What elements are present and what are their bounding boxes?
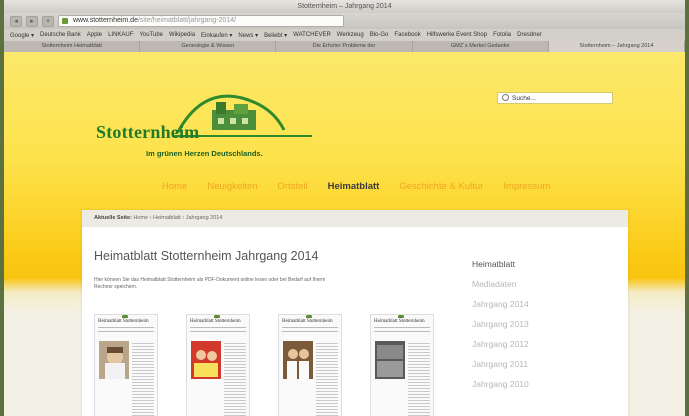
browser-tab-active[interactable]: Stotternheim – Jahrgang 2014: [548, 41, 685, 52]
pdf-thumbnail[interactable]: Heimatblatt Stotternheim: [278, 314, 342, 416]
nav-item-neuigkeiten[interactable]: Neuigkeiten: [207, 181, 257, 192]
content-panel: Aktuelle Seite: Home › Heimatblatt › Jah…: [82, 210, 628, 416]
breadcrumb-item[interactable]: Heimatblatt: [153, 215, 181, 221]
browser-tab[interactable]: GMZ´s Merkel Gedanke: [413, 41, 549, 52]
text-columns: [132, 341, 154, 416]
divider: [282, 327, 338, 328]
browser-tab[interactable]: Die Erfurter Probleme der: [276, 41, 413, 52]
thumbnail-masthead: Heimatblatt Stotternheim: [190, 319, 241, 324]
sidebar-item-mediadaten[interactable]: Mediadaten: [472, 274, 529, 294]
pdf-thumbnail[interactable]: Heimatblatt Stotternheim: [370, 314, 434, 416]
bookmark[interactable]: Fotolia: [493, 32, 511, 38]
web-page: Suche... Stotternheim Im grünen Herzen D…: [4, 52, 685, 416]
bookmark[interactable]: News ▾: [238, 32, 258, 39]
sidebar-item-jahrgang-2014[interactable]: Jahrgang 2014: [472, 294, 529, 314]
crest-icon: [214, 315, 220, 318]
divider: [98, 331, 154, 332]
bookmark[interactable]: Einkaufen ▾: [201, 32, 232, 39]
divider: [282, 331, 338, 332]
address-bar[interactable]: www.stotternheim.de/site/heimatblatt/jah…: [58, 15, 344, 27]
intro-text: Hier können Sie das Heimatblatt Stottern…: [94, 277, 326, 290]
logo-slogan: Im grünen Herzen Deutschlands.: [146, 149, 263, 158]
pdf-thumbnail[interactable]: Heimatblatt Stotternheim: [186, 314, 250, 416]
crest-icon: [398, 315, 404, 318]
divider: [190, 331, 246, 332]
back-button[interactable]: ◂: [10, 15, 22, 27]
text-columns: [224, 341, 246, 416]
bookmark[interactable]: Blo-Go: [370, 32, 389, 38]
text-columns: [408, 341, 430, 416]
nav-item-ortsteil[interactable]: Ortsteil: [278, 181, 308, 192]
url-path: /site/heimatblatt/jahrgang-2014/: [137, 17, 237, 24]
crest-icon: [122, 315, 128, 318]
bookmark[interactable]: Deutsche Bank: [40, 32, 81, 38]
nav-item-home[interactable]: Home: [162, 181, 187, 192]
bookmark[interactable]: Wikipedia: [169, 32, 195, 38]
nav-item-heimatblatt[interactable]: Heimatblatt: [328, 181, 380, 192]
search-placeholder: Suche...: [512, 95, 536, 102]
bookmarks-bar: Google ▾ Deutsche Bank Apple LINKAUF You…: [4, 29, 685, 41]
window-title: Stotternheim – Jahrgang 2014: [4, 0, 685, 13]
tab-bar: Stotternheim Heimatblatt Geneologie & Wi…: [4, 41, 685, 52]
search-icon: [502, 94, 509, 101]
cover-photo-icon: [99, 341, 129, 379]
sidebar-item-heimatblatt[interactable]: Heimatblatt: [472, 254, 529, 274]
thumbnail-grid: Heimatblatt Stotternheim Heimatblatt Sto…: [94, 314, 434, 416]
nav-item-geschichte-kultur[interactable]: Geschichte & Kultur: [399, 181, 483, 192]
crest-icon: [306, 315, 312, 318]
divider: [374, 331, 430, 332]
toolbar: ◂ ▸ + www.stotternheim.de/site/heimatbla…: [4, 13, 685, 29]
bookmark[interactable]: YouTube: [139, 32, 163, 38]
nav-item-impressum[interactable]: Impressum: [503, 181, 550, 192]
breadcrumb-item: Jahrgang 2014: [185, 215, 223, 221]
url-host: www.stotternheim.de: [73, 17, 138, 24]
logo-wordmark: Stotternheim: [96, 122, 200, 142]
thumbnail-masthead: Heimatblatt Stotternheim: [98, 319, 149, 324]
bookmark[interactable]: Facebook: [394, 32, 420, 38]
add-tab-button[interactable]: +: [42, 15, 54, 27]
pdf-thumbnail[interactable]: Heimatblatt Stotternheim: [94, 314, 158, 416]
sidebar-item-jahrgang-2010[interactable]: Jahrgang 2010: [472, 374, 529, 394]
bookmark[interactable]: Dresdner: [517, 32, 542, 38]
bookmark[interactable]: Werkzeug: [337, 32, 364, 38]
divider: [374, 327, 430, 328]
site-logo[interactable]: Stotternheim Im grünen Herzen Deutschlan…: [92, 92, 312, 167]
bookmark[interactable]: Hilfswerke Event Shop: [427, 32, 487, 38]
thumbnail-masthead: Heimatblatt Stotternheim: [374, 319, 425, 324]
bookmark[interactable]: Beliebt ▾: [264, 32, 287, 39]
thumbnail-masthead: Heimatblatt Stotternheim: [282, 319, 333, 324]
main-navigation: Home Neuigkeiten Ortsteil Heimatblatt Ge…: [162, 181, 550, 192]
forward-button[interactable]: ▸: [26, 15, 38, 27]
search-input[interactable]: Suche...: [497, 92, 613, 104]
text-columns: [316, 341, 338, 416]
cover-photo-icon: [375, 341, 405, 379]
browser-window: Stotternheim – Jahrgang 2014 ◂ ▸ + www.s…: [0, 0, 689, 416]
sidebar-navigation: Heimatblatt Mediadaten Jahrgang 2014 Jah…: [472, 254, 529, 394]
browser-tab[interactable]: Stotternheim Heimatblatt: [4, 41, 141, 52]
cover-photo-icon: [191, 341, 221, 379]
bookmark[interactable]: Apple: [87, 32, 102, 38]
sidebar-item-jahrgang-2012[interactable]: Jahrgang 2012: [472, 334, 529, 354]
favicon-icon: [62, 18, 68, 24]
breadcrumb-item[interactable]: Home: [133, 215, 148, 221]
divider: [98, 327, 154, 328]
bookmark[interactable]: Google ▾: [10, 32, 34, 39]
sidebar-item-jahrgang-2011[interactable]: Jahrgang 2011: [472, 354, 529, 374]
bookmark[interactable]: WATCHEVER: [293, 32, 331, 38]
sidebar-item-jahrgang-2013[interactable]: Jahrgang 2013: [472, 314, 529, 334]
cover-photo-icon: [283, 341, 313, 379]
browser-tab[interactable]: Geneologie & Wissen: [140, 41, 277, 52]
divider: [190, 327, 246, 328]
page-title: Heimatblatt Stotternheim Jahrgang 2014: [94, 249, 319, 263]
breadcrumb-label: Aktuelle Seite:: [94, 215, 132, 221]
breadcrumb: Aktuelle Seite: Home › Heimatblatt › Jah…: [82, 210, 628, 227]
bookmark[interactable]: LINKAUF: [108, 32, 133, 38]
